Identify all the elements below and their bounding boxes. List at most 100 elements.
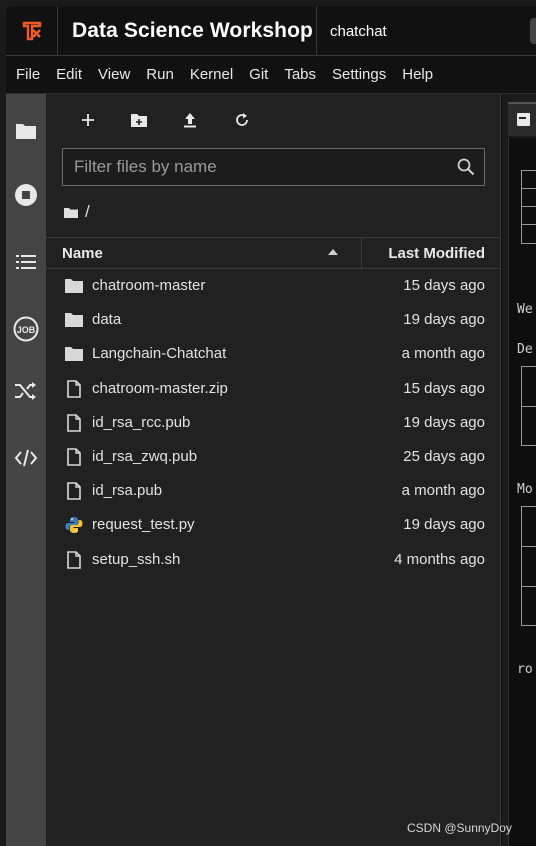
- folder-icon: [64, 207, 78, 218]
- code-icon: [14, 449, 38, 467]
- terminal-box: [521, 506, 536, 626]
- title-divider: [316, 6, 317, 56]
- menu-bar: File Edit View Run Kernel Git Tabs Setti…: [6, 56, 536, 94]
- watermark: CSDN @SunnyDoy: [407, 821, 512, 835]
- terminal-prompt: ro: [517, 662, 533, 677]
- column-last-modified[interactable]: Last Modified: [388, 245, 485, 262]
- menu-run[interactable]: Run: [138, 56, 182, 94]
- file-list-item[interactable]: id_rsa_rcc.pub 19 days ago: [46, 406, 501, 440]
- menu-edit[interactable]: Edit: [48, 56, 90, 94]
- terminal-box-line: [521, 224, 536, 225]
- file-list-item[interactable]: chatroom-master.zip 15 days ago: [46, 372, 501, 406]
- new-launcher-button[interactable]: [76, 108, 100, 132]
- new-folder-icon: [131, 113, 147, 127]
- menu-kernel[interactable]: Kernel: [182, 56, 241, 94]
- menu-help[interactable]: Help: [394, 56, 441, 94]
- job-label: JOB: [17, 325, 36, 335]
- file-icon: [64, 379, 84, 398]
- file-name: id_rsa.pub: [92, 482, 163, 500]
- file-browser-tab[interactable]: [6, 114, 46, 148]
- terminal-box: [521, 170, 536, 244]
- file-list-item[interactable]: setup_ssh.sh 4 months ago: [46, 543, 501, 577]
- file-list-header: Name Last Modified: [46, 237, 501, 269]
- menu-git[interactable]: Git: [241, 56, 276, 94]
- file-list-item[interactable]: id_rsa_zwq.pub 25 days ago: [46, 440, 501, 474]
- main-area: We De Mo ro: [502, 94, 536, 846]
- folder-icon: [64, 345, 84, 363]
- file-browser-panel: / Name Last Modified chatroom-master 15 d…: [46, 94, 501, 846]
- terminal-box-line: [521, 546, 536, 547]
- file-modified: a month ago: [401, 482, 485, 500]
- file-name: setup_ssh.sh: [92, 550, 181, 568]
- folder-icon: [64, 311, 84, 329]
- terminal-box-line: [521, 206, 536, 207]
- new-folder-button[interactable]: [127, 108, 151, 132]
- file-icon: [64, 448, 84, 466]
- top-bar: Data Science Workshop chatchat: [6, 6, 536, 56]
- file-list-item[interactable]: id_rsa.pub a month ago: [46, 474, 501, 508]
- top-right-button[interactable]: [530, 18, 536, 44]
- file-list-item[interactable]: request_test.py 19 days ago: [46, 508, 501, 542]
- extensions-tab[interactable]: [6, 441, 46, 475]
- terminal-output[interactable]: We De Mo ro: [508, 138, 536, 846]
- filter-box: [62, 148, 485, 186]
- file-list-item[interactable]: chatroom-master 15 days ago: [46, 269, 501, 303]
- refresh-button[interactable]: [230, 108, 254, 132]
- terminal-line: De: [517, 342, 533, 357]
- file-modified: 19 days ago: [403, 516, 485, 534]
- sort-ascending-icon[interactable]: [328, 249, 338, 255]
- plus-icon: [82, 114, 94, 126]
- job-icon: JOB: [13, 316, 39, 342]
- file-modified: 4 months ago: [394, 550, 485, 568]
- upload-button[interactable]: [178, 108, 202, 132]
- logo-icon: [22, 21, 41, 41]
- file-list-item[interactable]: Langchain-Chatchat a month ago: [46, 337, 501, 371]
- terminal-line: We: [517, 302, 533, 317]
- file-name: Langchain-Chatchat: [92, 345, 227, 363]
- table-of-contents-tab[interactable]: [6, 245, 46, 279]
- menu-settings[interactable]: Settings: [324, 56, 394, 94]
- file-modified: 15 days ago: [403, 277, 485, 294]
- file-icon: [64, 550, 84, 569]
- file-name: request_test.py: [92, 516, 195, 534]
- breadcrumb[interactable]: /: [64, 202, 90, 222]
- terminal-box-line: [521, 586, 536, 587]
- search-icon: [457, 158, 475, 176]
- jobs-tab[interactable]: JOB: [6, 312, 46, 346]
- menu-tabs[interactable]: Tabs: [276, 56, 324, 94]
- terminal-tab[interactable]: [508, 102, 536, 136]
- file-name: chatroom-master: [92, 277, 206, 294]
- menu-view[interactable]: View: [90, 56, 138, 94]
- file-name: data: [92, 311, 122, 329]
- stop-circle-icon: [15, 184, 37, 206]
- jupyterlab-window: Data Science Workshop chatchat File Edit…: [6, 6, 536, 846]
- file-modified: a month ago: [401, 345, 485, 363]
- shuffle-icon: [15, 382, 36, 400]
- refresh-icon: [236, 113, 248, 126]
- file-icon: [64, 413, 84, 432]
- terminal-box-line: [521, 406, 536, 407]
- running-sessions-tab[interactable]: [6, 178, 46, 212]
- activity-bar: JOB: [6, 94, 46, 846]
- file-modified: 19 days ago: [403, 311, 485, 329]
- column-name[interactable]: Name: [62, 245, 103, 262]
- file-icon: [64, 482, 84, 500]
- file-list-item[interactable]: data 19 days ago: [46, 303, 501, 337]
- python-file-icon: [64, 516, 84, 534]
- git-tab[interactable]: [6, 374, 46, 408]
- file-name: chatroom-master.zip: [92, 379, 228, 397]
- folder-icon: [64, 277, 84, 295]
- menu-file[interactable]: File: [6, 56, 48, 94]
- filter-input[interactable]: [63, 149, 443, 185]
- file-name: id_rsa_zwq.pub: [92, 447, 198, 465]
- file-name: id_rsa_rcc.pub: [92, 413, 191, 431]
- file-modified: 19 days ago: [403, 413, 485, 431]
- terminal-box-line: [521, 188, 536, 189]
- column-divider[interactable]: [361, 238, 362, 268]
- terminal-line: Mo: [517, 482, 533, 497]
- list-icon: [16, 255, 36, 269]
- workspace-name[interactable]: chatchat: [330, 23, 387, 40]
- app-logo[interactable]: [6, 6, 58, 56]
- file-modified: 25 days ago: [403, 447, 485, 465]
- file-modified: 15 days ago: [403, 379, 485, 397]
